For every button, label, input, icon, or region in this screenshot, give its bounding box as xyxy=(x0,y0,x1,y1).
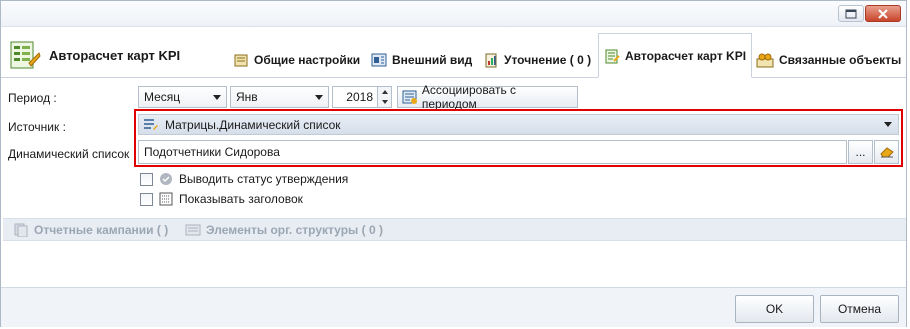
tab-label: Уточнение ( 0 ) xyxy=(504,53,592,67)
tab-kpi-autocalc[interactable]: Авторасчет карт KPI xyxy=(598,33,753,78)
tab-appearance[interactable]: Внешний вид xyxy=(367,42,476,78)
show-header-checkbox[interactable] xyxy=(140,192,153,206)
source-label: Источник : xyxy=(8,120,66,134)
tab-refine[interactable]: Уточнение ( 0 ) xyxy=(479,42,595,78)
chevron-down-icon xyxy=(315,95,323,100)
browse-label: ... xyxy=(855,145,866,159)
period-month-select[interactable]: Янв xyxy=(230,86,329,108)
close-icon xyxy=(878,8,888,19)
tab-linked-objects[interactable]: Связанные объекты xyxy=(752,42,905,78)
period-year-stepper[interactable]: 2018 xyxy=(332,86,392,108)
period-year-value: 2018 xyxy=(346,90,373,104)
stepper-up-icon[interactable] xyxy=(378,87,391,97)
kpi-icon xyxy=(605,49,620,63)
dynamic-list-label: Динамический список xyxy=(8,147,130,161)
eraser-icon xyxy=(879,147,894,158)
period-type-select[interactable]: Месяц xyxy=(138,86,227,108)
show-status-row[interactable]: Выводить статус утверждения xyxy=(140,171,348,187)
period-label: Период : xyxy=(8,91,57,105)
cancel-button[interactable]: Отмена xyxy=(820,295,899,323)
header-icon xyxy=(159,192,173,206)
dialog-footer: OK Отмена xyxy=(1,287,906,327)
ok-label: OK xyxy=(765,302,784,316)
associate-icon xyxy=(402,90,417,104)
restore-icon xyxy=(845,9,857,18)
show-status-checkbox[interactable] xyxy=(140,172,153,186)
linked-objects-icon xyxy=(756,53,774,68)
source-value: Матрицы.Динамический список xyxy=(165,117,341,132)
tab-label: Внешний вид xyxy=(392,53,473,67)
subtab-org-elements[interactable]: Элементы орг. структуры ( 0 ) xyxy=(185,223,383,237)
year-stepper-buttons[interactable] xyxy=(377,87,391,107)
source-select[interactable]: Матрицы.Динамический список xyxy=(138,114,899,135)
stepper-down-icon[interactable] xyxy=(378,97,391,107)
kpi-card-icon xyxy=(10,41,41,69)
dynamic-list-value: Подотчетники Сидорова xyxy=(144,145,280,159)
browse-button[interactable]: ... xyxy=(848,140,873,164)
period-type-value: Месяц xyxy=(144,90,181,104)
tab-label: Общие настройки xyxy=(254,53,361,67)
restore-button[interactable] xyxy=(838,5,864,22)
cancel-label: Отмена xyxy=(837,302,882,316)
associate-label: Ассоциировать с периодом xyxy=(421,83,517,111)
close-button[interactable] xyxy=(865,5,901,22)
show-header-label: Показывать заголовок xyxy=(179,192,303,206)
dynamic-list-field[interactable]: Подотчетники Сидорова xyxy=(138,140,847,164)
list-icon xyxy=(144,118,158,130)
org-structure-icon xyxy=(185,224,201,236)
appearance-icon xyxy=(371,53,387,67)
clear-button[interactable] xyxy=(874,140,899,164)
chevron-down-icon xyxy=(884,122,892,127)
dialog-window: Авторасчет карт KPI Общие настройки Внеш… xyxy=(0,0,907,327)
subtab-label: Элементы орг. структуры ( 0 ) xyxy=(206,223,383,237)
show-header-row[interactable]: Показывать заголовок xyxy=(140,191,303,207)
chevron-down-icon xyxy=(213,95,221,100)
settings-icon xyxy=(234,54,248,67)
tab-strip: Авторасчет карт KPI Общие настройки Внеш… xyxy=(1,33,906,78)
campaigns-icon xyxy=(14,223,28,237)
dialog-header: Авторасчет карт KPI xyxy=(9,37,180,73)
show-status-label: Выводить статус утверждения xyxy=(179,172,349,186)
ok-button[interactable]: OK xyxy=(735,295,814,323)
tab-general-settings[interactable]: Общие настройки xyxy=(229,42,364,78)
period-month-value: Янв xyxy=(236,90,258,104)
approval-status-icon xyxy=(160,173,172,185)
tab-label: Связанные объекты xyxy=(779,53,902,67)
associate-period-button[interactable]: Ассоциировать с периодом xyxy=(397,83,578,111)
tab-label: Авторасчет карт KPI xyxy=(625,48,747,63)
refine-icon xyxy=(485,53,497,68)
dialog-title: Авторасчет карт KPI xyxy=(49,47,181,63)
subtab-bar: Отчетные кампании ( ) Элементы орг. стру… xyxy=(3,218,906,241)
subtab-label: Отчетные кампании ( ) xyxy=(34,223,169,237)
title-bar xyxy=(1,1,906,27)
subtab-report-campaigns[interactable]: Отчетные кампании ( ) xyxy=(13,223,168,237)
